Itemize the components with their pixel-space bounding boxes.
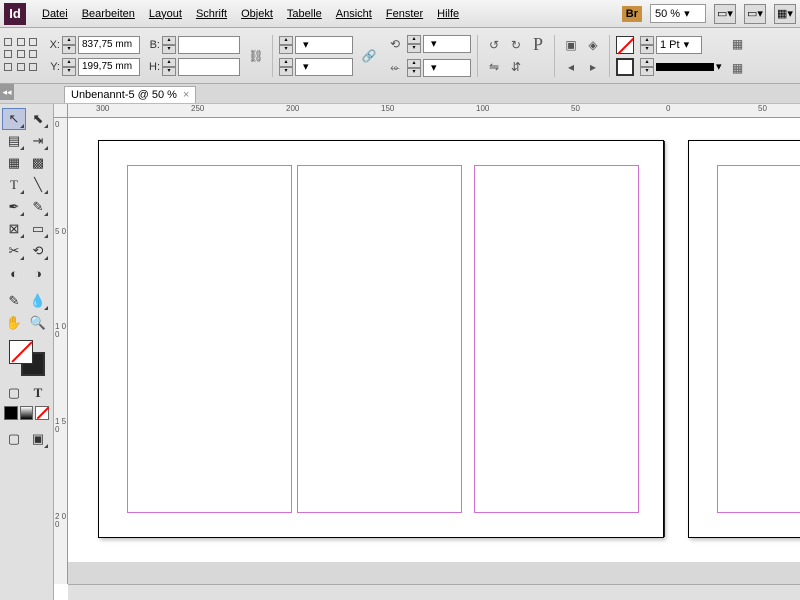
- collapse-handle[interactable]: ◂◂: [0, 84, 14, 100]
- format-container-icon[interactable]: ▢: [2, 382, 26, 404]
- menu-datei[interactable]: Datei: [36, 4, 74, 24]
- eyedropper-tool[interactable]: 💧: [26, 290, 50, 312]
- y-input[interactable]: [78, 58, 140, 76]
- select-container-icon[interactable]: ▣: [561, 35, 581, 55]
- rotate-ccw-icon[interactable]: ↺: [484, 35, 504, 55]
- menu-ansicht[interactable]: Ansicht: [330, 4, 378, 24]
- menu-tabelle[interactable]: Tabelle: [281, 4, 328, 24]
- apply-gradient-swatch[interactable]: [20, 406, 34, 420]
- document-tab-bar: Unbenannt-5 @ 50 % ×: [0, 84, 800, 104]
- bridge-button[interactable]: Br: [622, 6, 642, 22]
- transform-tool[interactable]: ⟲: [26, 240, 50, 262]
- column-guide-3: [474, 165, 639, 513]
- pencil-tool[interactable]: ✎: [26, 196, 50, 218]
- x-label: X:: [46, 39, 60, 51]
- pen-tool[interactable]: ✒: [2, 196, 26, 218]
- menu-bearbeiten[interactable]: Bearbeiten: [76, 4, 141, 24]
- type-tool[interactable]: T: [2, 174, 26, 196]
- menu-hilfe[interactable]: Hilfe: [431, 4, 465, 24]
- menu-objekt[interactable]: Objekt: [235, 4, 279, 24]
- gradient-swatch-tool[interactable]: ◐: [2, 262, 26, 284]
- control-bar: X: ▴▾ Y: ▴▾ B: ▴▾ H: ▴▾ ⛓ ▴▾▾ ▴▾▾ 🔗 ⟲▴▾▾…: [0, 28, 800, 84]
- menu-bar: Id Datei Bearbeiten Layout Schrift Objek…: [0, 0, 800, 28]
- height-label: H:: [146, 61, 160, 73]
- view-mode-dropdown-1[interactable]: ▭▾: [714, 4, 736, 24]
- zoom-value: 50 %: [655, 8, 680, 20]
- menu-schrift[interactable]: Schrift: [190, 4, 233, 24]
- rectangle-tool[interactable]: ▭: [26, 218, 50, 240]
- spread-left[interactable]: [98, 140, 664, 538]
- column-guide-r1: [717, 165, 800, 513]
- stroke-style[interactable]: [656, 63, 714, 71]
- width-input[interactable]: [178, 36, 240, 54]
- menu-fenster[interactable]: Fenster: [380, 4, 429, 24]
- apply-none-swatch[interactable]: [35, 406, 49, 420]
- view-mode-dropdown-3[interactable]: ▦▾: [774, 4, 796, 24]
- select-prev-icon[interactable]: ◂: [561, 57, 581, 77]
- flip-h-icon[interactable]: ⇋: [484, 57, 504, 77]
- scissors-tool[interactable]: ✂: [2, 240, 26, 262]
- reference-point-grid[interactable]: [4, 38, 40, 74]
- flip-v-icon[interactable]: ⇵: [506, 57, 526, 77]
- gap-tool[interactable]: ⇥: [26, 130, 50, 152]
- height-input[interactable]: [178, 58, 240, 76]
- x-input[interactable]: [78, 36, 140, 54]
- horizontal-ruler[interactable]: 300 250 200 150 100 50 0 50: [68, 104, 800, 118]
- zoom-level-combo[interactable]: 50 % ▾: [650, 4, 706, 23]
- fill-swatch[interactable]: [616, 36, 634, 54]
- page-tool[interactable]: ▤: [2, 130, 26, 152]
- direct-selection-tool[interactable]: ⬉: [26, 108, 50, 130]
- width-label: B:: [146, 39, 160, 51]
- document-tab[interactable]: Unbenannt-5 @ 50 % ×: [64, 86, 196, 103]
- line-tool[interactable]: ╲: [26, 174, 50, 196]
- spread-right[interactable]: [688, 140, 800, 538]
- app-logo[interactable]: Id: [4, 3, 26, 25]
- selection-tool[interactable]: ↖: [2, 108, 26, 130]
- view-mode-normal[interactable]: ▢: [2, 428, 26, 450]
- canvas-area: 300 250 200 150 100 50 0 50 0 5 0 1 0 0 …: [54, 104, 800, 600]
- menu-layout[interactable]: Layout: [143, 4, 188, 24]
- constrain-proportions-icon[interactable]: ⛓: [246, 46, 266, 66]
- fill-stroke-well[interactable]: [7, 338, 47, 378]
- shear-icon: ⬰: [385, 58, 405, 78]
- format-text-icon[interactable]: T: [26, 382, 50, 404]
- link-icon[interactable]: 🔗: [359, 46, 379, 66]
- select-next-icon[interactable]: ▸: [583, 57, 603, 77]
- zoom-tool[interactable]: 🔍: [26, 312, 50, 334]
- ruler-origin[interactable]: [54, 104, 68, 118]
- view-mode-preview[interactable]: ▣: [26, 428, 50, 450]
- horizontal-scrollbar[interactable]: [68, 584, 800, 600]
- column-guide-1: [127, 165, 292, 513]
- y-label: Y:: [46, 61, 60, 73]
- column-guide-2: [297, 165, 462, 513]
- view-mode-dropdown-2[interactable]: ▭▾: [744, 4, 766, 24]
- pasteboard[interactable]: [68, 118, 800, 584]
- chevron-down-icon: ▾: [684, 7, 690, 20]
- rectangle-frame-tool[interactable]: ⊠: [2, 218, 26, 240]
- toolbox: ↖⬉ ▤⇥ ▦▩ T╲ ✒✎ ⊠▭ ✂⟲ ◐◑ ✎💧 ✋🔍 ▢T ▢▣: [0, 104, 54, 600]
- rotate-cw-icon[interactable]: ↻: [506, 35, 526, 55]
- rotate-icon: ⟲: [385, 34, 405, 54]
- paragraph-icon[interactable]: P: [528, 35, 548, 55]
- spine-line: [664, 141, 665, 537]
- hand-tool[interactable]: ✋: [2, 312, 26, 334]
- fill-color[interactable]: [9, 340, 33, 364]
- effects-icon[interactable]: ▦: [728, 34, 748, 54]
- apply-color-swatch[interactable]: [4, 406, 18, 420]
- vertical-ruler[interactable]: 0 5 0 1 0 0 1 5 0 2 0 0: [54, 118, 68, 584]
- gradient-feather-tool[interactable]: ◑: [26, 262, 50, 284]
- options-icon[interactable]: ▦: [728, 58, 748, 78]
- content-placer-tool[interactable]: ▩: [26, 152, 50, 174]
- document-tab-title: Unbenannt-5 @ 50 %: [71, 89, 177, 101]
- content-collector-tool[interactable]: ▦: [2, 152, 26, 174]
- close-tab-icon[interactable]: ×: [183, 89, 189, 101]
- select-content-icon[interactable]: ◈: [583, 35, 603, 55]
- stroke-swatch[interactable]: [616, 58, 634, 76]
- stroke-weight-combo[interactable]: 1 Pt▾: [656, 36, 702, 54]
- note-tool[interactable]: ✎: [2, 290, 26, 312]
